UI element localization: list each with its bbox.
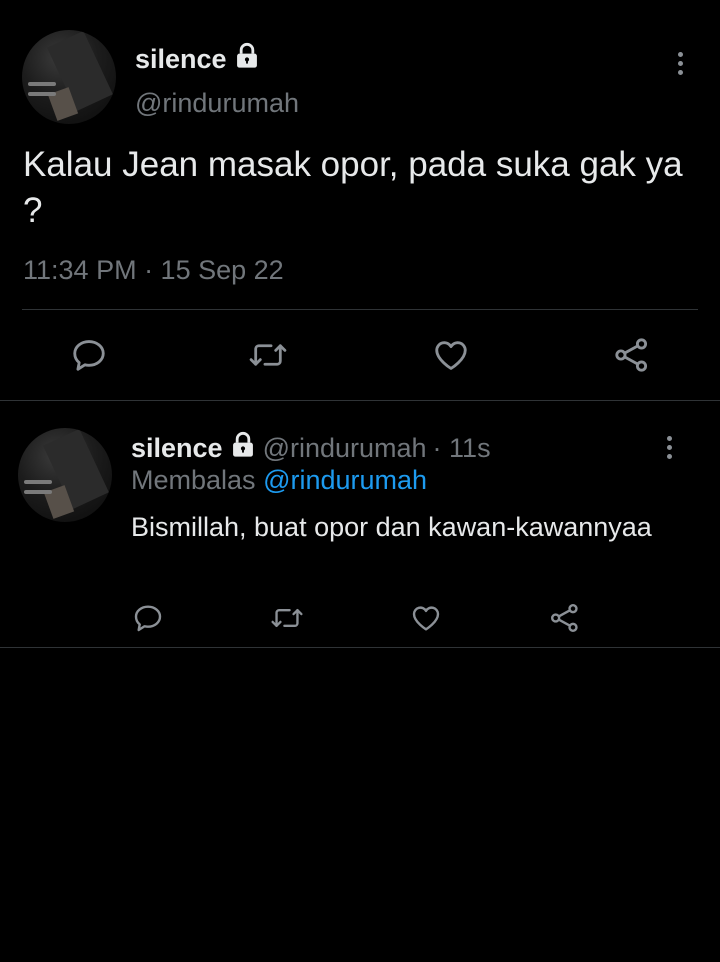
divider: [0, 647, 720, 648]
retweet-icon[interactable]: [270, 602, 304, 634]
lock-icon: [229, 431, 257, 466]
like-icon[interactable]: [409, 602, 443, 634]
display-name[interactable]: silence: [135, 42, 261, 77]
time-ago: · 11s: [432, 433, 491, 463]
reply-icon[interactable]: [70, 336, 108, 374]
mention-link[interactable]: @rindurumah: [263, 465, 427, 495]
lock-icon: [233, 42, 261, 77]
reply-text: Bismillah, buat opor dan kawan-kawannyaa: [131, 512, 652, 542]
share-icon[interactable]: [612, 336, 652, 374]
divider: [22, 309, 698, 310]
avatar[interactable]: [22, 30, 116, 124]
more-vertical-icon[interactable]: [667, 436, 672, 463]
divider: [0, 400, 720, 401]
tweet-text: Kalau Jean masak opor, pada suka gak ya …: [23, 145, 683, 230]
replying-label: Membalas: [131, 465, 256, 495]
replying-to: Membalas @rindurumah: [131, 465, 427, 496]
share-icon[interactable]: [548, 602, 582, 634]
display-name-text: silence: [135, 44, 227, 74]
tweet-detail-page: silence @rindurumah Kalau Jean masak opo…: [0, 0, 720, 962]
avatar-stripe: [27, 92, 56, 96]
retweet-icon[interactable]: [248, 336, 288, 374]
avatar[interactable]: [18, 428, 112, 522]
tweet-timestamp[interactable]: 11:34 PM · 15 Sep 22: [23, 255, 284, 286]
reply-icon[interactable]: [132, 602, 164, 634]
avatar-stripe: [23, 490, 52, 494]
main-tweet: silence @rindurumah Kalau Jean masak opo…: [0, 0, 720, 401]
display-name[interactable]: silence: [131, 433, 223, 464]
user-handle[interactable]: @rindurumah: [263, 433, 427, 464]
reply-header: silence @rindurumah · 11s: [131, 431, 491, 466]
avatar-stripe: [27, 82, 56, 86]
avatar-stripe: [23, 480, 52, 484]
user-handle[interactable]: @rindurumah: [135, 88, 299, 119]
like-icon[interactable]: [431, 336, 471, 374]
more-vertical-icon[interactable]: [678, 52, 683, 79]
